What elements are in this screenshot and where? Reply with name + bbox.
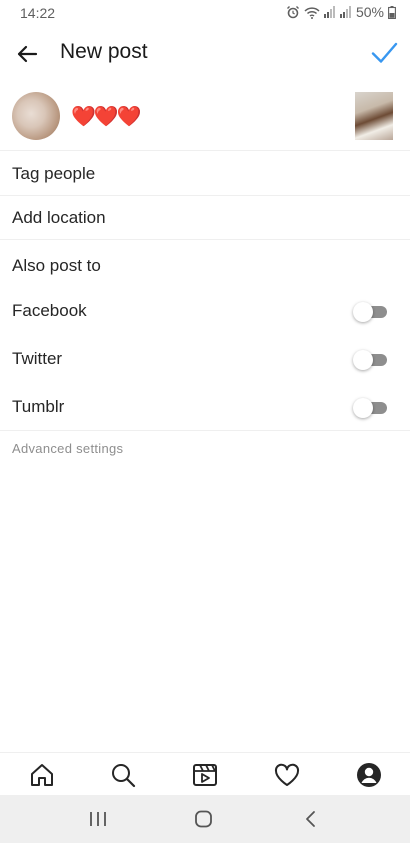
reels-icon[interactable] xyxy=(191,761,219,789)
also-post-to-section: Also post to xyxy=(0,244,410,284)
home-icon[interactable] xyxy=(28,761,56,789)
alarm-icon xyxy=(286,5,300,19)
also-post-to-heading: Also post to xyxy=(12,256,101,275)
advanced-settings-link[interactable]: Advanced settings xyxy=(12,441,123,456)
status-time: 14:22 xyxy=(20,5,56,21)
twitter-row[interactable]: Twitter xyxy=(0,338,410,380)
add-location-label: Add location xyxy=(12,208,106,227)
tumblr-toggle[interactable] xyxy=(353,398,387,418)
back-chevron-icon[interactable] xyxy=(300,809,322,829)
tumblr-label: Tumblr xyxy=(12,397,65,416)
caption-input[interactable]: ❤️❤️❤️ xyxy=(71,104,142,129)
toggle-knob xyxy=(353,302,373,322)
wifi-icon xyxy=(304,6,320,19)
home-circle-icon[interactable] xyxy=(193,809,215,829)
heart-icon[interactable] xyxy=(273,761,301,789)
app-header: New post xyxy=(0,30,410,76)
toggle-knob xyxy=(353,398,373,418)
post-thumbnail[interactable] xyxy=(355,92,393,140)
add-location-row[interactable]: Add location xyxy=(0,196,410,240)
tumblr-row[interactable]: Tumblr xyxy=(0,386,410,431)
battery-icon xyxy=(388,5,396,19)
twitter-label: Twitter xyxy=(12,349,63,368)
back-arrow-icon[interactable] xyxy=(14,40,42,68)
share-check-button[interactable] xyxy=(368,38,400,68)
system-navigation-bar xyxy=(0,795,410,843)
status-bar: 14:22 50% xyxy=(0,0,410,26)
facebook-toggle[interactable] xyxy=(353,302,387,322)
bottom-navigation xyxy=(0,752,410,796)
signal-icon-secondary xyxy=(339,6,352,18)
tag-people-label: Tag people xyxy=(12,164,96,183)
facebook-row[interactable]: Facebook xyxy=(0,290,410,332)
battery-percent: 50% xyxy=(355,4,384,20)
recents-icon[interactable] xyxy=(87,809,109,829)
signal-icon xyxy=(323,6,336,18)
search-icon[interactable] xyxy=(109,761,137,789)
avatar xyxy=(12,92,60,140)
post-composer: ❤️❤️❤️ xyxy=(0,88,410,151)
toggle-knob xyxy=(353,350,373,370)
twitter-toggle[interactable] xyxy=(353,350,387,370)
status-icons: 50% xyxy=(286,4,396,20)
facebook-label: Facebook xyxy=(12,301,87,320)
page-title: New post xyxy=(60,40,148,63)
tag-people-row[interactable]: Tag people xyxy=(0,152,410,196)
profile-icon[interactable] xyxy=(355,761,383,789)
